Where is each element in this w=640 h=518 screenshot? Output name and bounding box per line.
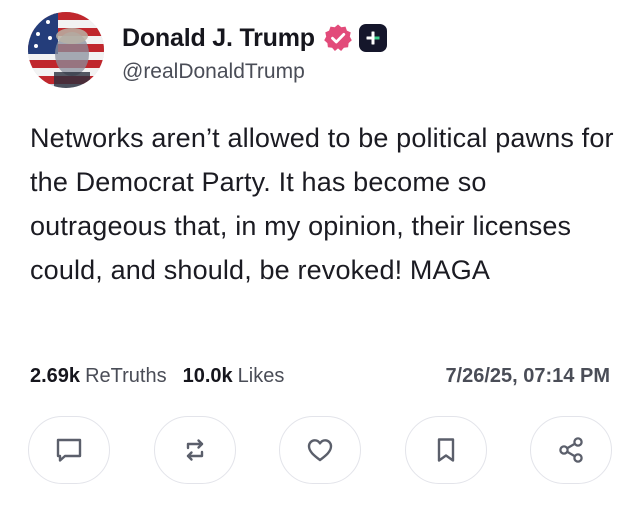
retruth-icon (180, 435, 210, 465)
author-handle[interactable]: @realDonaldTrump (122, 60, 305, 84)
retruths-label: ReTruths (85, 364, 167, 387)
author-name-row: Donald J. Trump (122, 20, 387, 56)
post-text: Networks aren’t allowed to be political … (30, 123, 614, 285)
verified-badge-icon (323, 23, 353, 53)
likes-count: 10.0k (182, 364, 233, 387)
share-icon (556, 435, 586, 465)
bookmark-button[interactable] (404, 416, 487, 484)
action-bar (28, 416, 612, 484)
retruth-button[interactable] (153, 416, 236, 484)
comment-icon (54, 435, 84, 465)
retruths-stat[interactable]: 2.69k ReTruths (30, 365, 167, 388)
share-button[interactable] (530, 416, 612, 484)
post-timestamp: 7/26/25, 07:14 PM (445, 364, 610, 387)
post-stats: 2.69k ReTruths 10.0k Likes 7/26/25, 07:1… (30, 360, 610, 392)
plus-badge-icon (358, 24, 387, 52)
heart-icon (305, 435, 335, 465)
likes-label: Likes (237, 364, 285, 387)
likes-stat[interactable]: 10.0k Likes (183, 365, 285, 388)
retruths-count: 2.69k (30, 364, 81, 387)
reply-button[interactable] (28, 416, 110, 484)
avatar[interactable] (28, 12, 104, 88)
truth-post: Donald J. Trump @realDonaldTrump Network… (0, 0, 640, 518)
like-button[interactable] (279, 416, 361, 484)
bookmark-icon (431, 435, 461, 465)
display-name[interactable]: Donald J. Trump (122, 24, 315, 53)
